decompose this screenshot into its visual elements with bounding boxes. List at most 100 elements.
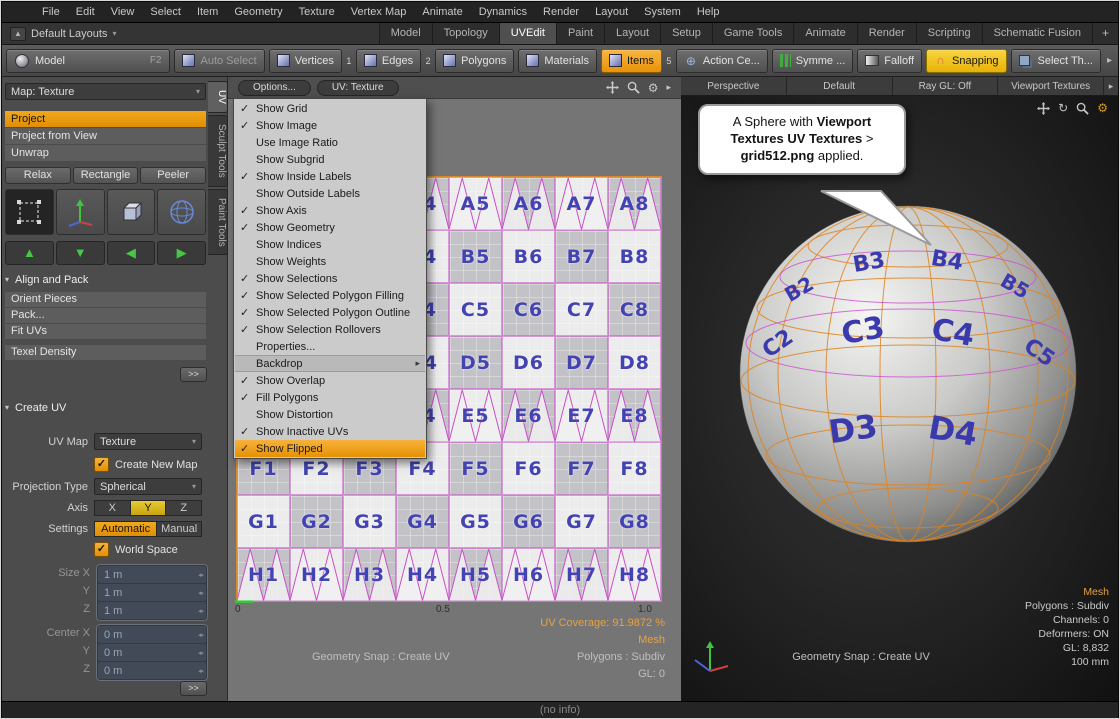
layout-tab-schematic-fusion[interactable]: Schematic Fusion [982, 23, 1092, 44]
layout-tab-paint[interactable]: Paint [556, 23, 604, 44]
default-layouts-dropdown[interactable]: ▲ Default Layouts ▾ [2, 23, 124, 44]
menu-animate[interactable]: Animate [414, 2, 470, 23]
menu-item-show-inside-labels[interactable]: ✓Show Inside Labels [235, 168, 425, 185]
layout-tab-uvedit[interactable]: UVEdit [499, 23, 556, 44]
axis-y-button[interactable]: Y [131, 500, 167, 516]
viewport-tab-perspective[interactable]: Perspective [681, 77, 787, 95]
settings-manual-button[interactable]: Manual [157, 521, 202, 537]
menu-item-show-selected-polygon-outline[interactable]: ✓Show Selected Polygon Outline [235, 304, 425, 321]
select-th-button[interactable]: Select Th... [1011, 49, 1101, 73]
menu-item-show-subgrid[interactable]: Show Subgrid [235, 151, 425, 168]
pan-icon[interactable] [606, 81, 619, 94]
menu-file[interactable]: File [34, 2, 68, 23]
items-button[interactable]: Items [601, 49, 662, 73]
cube-projection-tool-button[interactable] [107, 189, 156, 235]
pack-button[interactable]: Pack... [5, 308, 206, 323]
menu-item[interactable]: Item [189, 2, 226, 23]
menu-render[interactable]: Render [535, 2, 587, 23]
zoom-icon[interactable] [1076, 102, 1089, 115]
fit-uvs-button[interactable]: Fit UVs [5, 324, 206, 339]
create-uv-more-button[interactable]: >> [180, 681, 207, 696]
menu-item-use-image-ratio[interactable]: Use Image Ratio [235, 134, 425, 151]
menu-geometry[interactable]: Geometry [226, 2, 290, 23]
panel-tab-sculpt-tools[interactable]: Sculpt Tools [208, 115, 228, 187]
settings-automatic-button[interactable]: Automatic [94, 521, 157, 537]
center-center-x-field[interactable]: 0 m◂▸ [98, 626, 206, 643]
texel-density-button[interactable]: Texel Density [5, 345, 206, 360]
align-more-button[interactable]: >> [180, 367, 207, 382]
menu-item-show-inactive-uvs[interactable]: ✓Show Inactive UVs [235, 423, 425, 440]
layout-tab-game-tools[interactable]: Game Tools [712, 23, 794, 44]
menu-dynamics[interactable]: Dynamics [471, 2, 535, 23]
rotate-icon[interactable]: ↻ [1058, 101, 1068, 115]
layout-tab-scripting[interactable]: Scripting [916, 23, 982, 44]
shift-right-button[interactable] [157, 241, 206, 265]
chevron-right-icon[interactable]: ▸ [1104, 77, 1118, 95]
menu-item-show-image[interactable]: ✓Show Image [235, 117, 425, 134]
menu-item-show-outside-labels[interactable]: Show Outside Labels [235, 185, 425, 202]
layout-tab-layout[interactable]: Layout [604, 23, 660, 44]
sphere-mesh[interactable]: B2B3B4B5C2C3C4C5D3D4 [737, 203, 1079, 545]
menu-item-show-indices[interactable]: Show Indices [235, 236, 425, 253]
vertices-button[interactable]: Vertices [269, 49, 342, 73]
menu-item-show-weights[interactable]: Show Weights [235, 253, 425, 270]
menu-item-show-selection-rollovers[interactable]: ✓Show Selection Rollovers [235, 321, 425, 338]
pan-icon[interactable] [1037, 102, 1050, 115]
shift-left-button[interactable] [107, 241, 156, 265]
shift-up-button[interactable] [5, 241, 54, 265]
menu-layout[interactable]: Layout [587, 2, 636, 23]
menu-system[interactable]: System [636, 2, 689, 23]
project-from-view-button[interactable]: Project from View [5, 128, 206, 144]
axis-z-button[interactable]: Z [166, 500, 202, 516]
menu-item-show-selections[interactable]: ✓Show Selections [235, 270, 425, 287]
menu-item-fill-polygons[interactable]: ✓Fill Polygons [235, 389, 425, 406]
materials-button[interactable]: Materials [518, 49, 597, 73]
uv-map-dropdown[interactable]: Texture ▾ [94, 433, 202, 450]
zoom-icon[interactable] [627, 81, 640, 94]
size-y-field[interactable]: 1 m◂▸ [98, 584, 206, 601]
layout-tab-setup[interactable]: Setup [660, 23, 712, 44]
item-mode-button[interactable]: Model F2 [6, 49, 170, 73]
world-space-checkbox[interactable]: ✓ [94, 542, 109, 557]
create-uv-header[interactable]: ▾ Create UV [5, 400, 206, 415]
transform-tool-button[interactable] [56, 189, 105, 235]
menu-item-show-selected-polygon-filling[interactable]: ✓Show Selected Polygon Filling [235, 287, 425, 304]
menu-item-show-flipped[interactable]: ✓Show Flipped [235, 440, 425, 457]
layout-tab-topology[interactable]: Topology [432, 23, 499, 44]
toolbar-overflow-icon[interactable]: ▸ [1105, 55, 1114, 66]
panel-tab-uv[interactable]: UV [208, 81, 228, 113]
align-pack-header[interactable]: ▾ Align and Pack [5, 272, 206, 287]
options-button[interactable]: Options... [238, 80, 311, 96]
viewport-tab-ray-gl-off[interactable]: Ray GL: Off [893, 77, 999, 95]
menu-item-show-axis[interactable]: ✓Show Axis [235, 202, 425, 219]
menu-vertex-map[interactable]: Vertex Map [343, 2, 415, 23]
uv-texture-button[interactable]: UV: Texture [317, 80, 399, 96]
menu-item-show-distortion[interactable]: Show Distortion [235, 406, 425, 423]
size-z-field[interactable]: 1 m◂▸ [98, 602, 206, 619]
orient-pieces-button[interactable]: Orient Pieces [5, 292, 206, 307]
menu-edit[interactable]: Edit [68, 2, 103, 23]
menu-select[interactable]: Select [142, 2, 189, 23]
center-y-field[interactable]: 0 m◂▸ [98, 644, 206, 661]
center-z-field[interactable]: 0 m◂▸ [98, 662, 206, 679]
unwrap-button[interactable]: Unwrap [5, 145, 206, 161]
gear-icon[interactable]: ⚙ [648, 81, 659, 95]
polygons-button[interactable]: Polygons [435, 49, 514, 73]
edges-button[interactable]: Edges [356, 49, 421, 73]
size-size-x-field[interactable]: 1 m◂▸ [98, 566, 206, 583]
action-ce-button[interactable]: Action Ce... [676, 49, 768, 73]
axis-x-button[interactable]: X [94, 500, 131, 516]
viewport-tab-default[interactable]: Default [787, 77, 893, 95]
menu-item-show-overlap[interactable]: ✓Show Overlap [235, 372, 425, 389]
menu-item-show-geometry[interactable]: ✓Show Geometry [235, 219, 425, 236]
layout-tab-animate[interactable]: Animate [793, 23, 856, 44]
menu-texture[interactable]: Texture [291, 2, 343, 23]
menu-item-backdrop[interactable]: Backdrop▸ [235, 355, 425, 372]
rectangle-button[interactable]: Rectangle [73, 167, 139, 184]
layout-tab-model[interactable]: Model [379, 23, 432, 44]
viewport-tab-viewport-textures[interactable]: Viewport Textures [998, 77, 1104, 95]
project-button[interactable]: Project [5, 111, 206, 127]
relax-button[interactable]: Relax [5, 167, 71, 184]
vertex-map-dropdown[interactable]: Map: Texture ▾ [5, 83, 206, 100]
symme-button[interactable]: Symme ... [772, 49, 854, 73]
